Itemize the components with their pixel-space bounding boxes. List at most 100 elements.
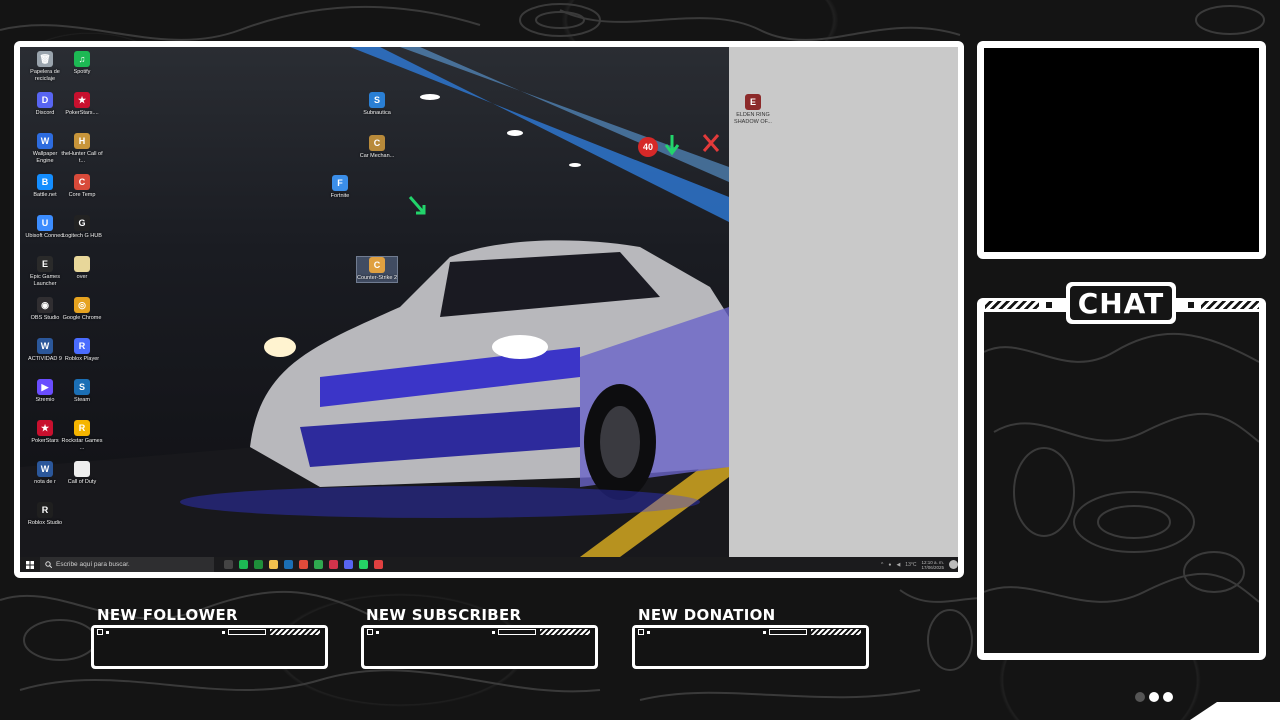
microphone-icon[interactable]: ● (888, 562, 891, 568)
app-icon: ▶ (37, 379, 53, 395)
alert-title-subscriber: NEW SUBSCRIBER (366, 606, 522, 624)
desktop-icon[interactable]: ◉ OBS Studio (25, 297, 65, 322)
desktop-icon-label: Roblox Studio (27, 520, 63, 526)
desktop-icon-label: Papelera de reciclaje (30, 69, 60, 82)
taskbar-app-icon[interactable] (374, 560, 383, 569)
alert-box-donation (632, 625, 869, 669)
search-placeholder: Escribe aquí para buscar. (56, 561, 130, 568)
desktop-icon-label: OBS Studio (30, 315, 60, 321)
screen-capture-frame: 40 🗑 Papelera de reciclaje ♫ Spotify D Discor… (14, 41, 964, 578)
clock[interactable]: 12:10 a. m. 17/06/2025 (921, 560, 944, 570)
desktop-icon[interactable]: ▶ Stremio (25, 379, 65, 404)
desktop-icon-label: Battle.net (33, 192, 57, 198)
app-icon: ★ (37, 420, 53, 436)
desktop-icon[interactable]: 🗑 Papelera de reciclaje (25, 51, 65, 82)
app-icon: S (369, 92, 385, 108)
taskbar-app-icon[interactable] (269, 560, 278, 569)
app-icon: W (37, 133, 53, 149)
app-icon: C (369, 135, 385, 151)
alert-box-subscriber (361, 625, 598, 669)
chat-frame (977, 298, 1266, 660)
desktop-icon-label: Car Mechan... (359, 153, 395, 159)
chat-square-left (1044, 300, 1054, 310)
volume-icon[interactable]: ◀ (896, 562, 900, 568)
app-icon: B (37, 174, 53, 190)
desktop-icon[interactable]: R Rockstar Games ... (62, 420, 102, 451)
desktop-icon-label: over (76, 274, 88, 280)
app-icon: G (74, 215, 90, 231)
desktop-icon[interactable]: ★ PokerStars (25, 420, 65, 445)
taskbar-apps (224, 560, 383, 569)
desktop-icon[interactable]: ◎ Google Chrome (62, 297, 102, 322)
desktop-icon[interactable]: D Discord (25, 92, 65, 117)
desktop-icon-label: Logitech G HUB (62, 233, 102, 239)
app-icon: E (37, 256, 53, 272)
app-icon: R (74, 338, 90, 354)
desktop-icon[interactable]: S Steam (62, 379, 102, 404)
taskbar-app-icon[interactable] (254, 560, 263, 569)
elden-ring-icon: E (745, 94, 761, 110)
desktop-icon-label: theHunter Call of t... (61, 151, 103, 164)
desktop-icon[interactable]: S Subnautica (357, 92, 397, 117)
app-icon: U (37, 215, 53, 231)
desktop-icon[interactable]: HtheHunter Call of t... (61, 133, 103, 164)
desktop-icon[interactable]: U Ubisoft Connect (25, 215, 65, 240)
desktop-icon[interactable]: R Roblox Studio (25, 502, 65, 527)
taskbar-app-icon[interactable] (224, 560, 233, 569)
desktop-icon-label: Core Temp (68, 192, 96, 198)
desktop-icon[interactable]: over (62, 256, 102, 281)
taskbar-app-icon[interactable] (344, 560, 353, 569)
desktop-icon[interactable]: E ELDEN RING SHADOW OF... (733, 94, 773, 125)
clock-date: 17/06/2025 (921, 564, 944, 570)
desktop-icon-label: PokerStars.... (65, 110, 99, 116)
taskbar-app-icon[interactable] (299, 560, 308, 569)
desktop-icon-label: PokerStars (31, 438, 59, 444)
taskbar-app-icon[interactable] (329, 560, 338, 569)
desktop-icon-label: Roblox Player (64, 356, 100, 362)
app-icon: ♫ (74, 51, 90, 67)
desktop-icon[interactable]: B Battle.net (25, 174, 65, 199)
system-tray: ^ ● ◀ 13°C 12:10 a. m. 17/06/2025 (881, 557, 958, 572)
search-icon (45, 561, 52, 568)
dot (1149, 692, 1159, 702)
app-icon: D (37, 92, 53, 108)
taskbar-app-icon[interactable] (284, 560, 293, 569)
desktop-icon[interactable]: F Fortnite (320, 175, 360, 200)
desktop-icon-label: Wallpaper Engine (32, 151, 58, 164)
notification-icon[interactable] (949, 560, 958, 569)
desktop-icon[interactable]: C Core Temp (62, 174, 102, 199)
desktop-icon[interactable]: Call of Duty (62, 461, 102, 486)
taskbar-app-icon[interactable] (314, 560, 323, 569)
app-icon: H (74, 133, 90, 149)
desktop-icon[interactable]: C Counter-Strike 2 (356, 256, 398, 283)
desktop-icon[interactable]: R Roblox Player (62, 338, 102, 363)
taskbar-app-icon[interactable] (359, 560, 368, 569)
desktop-icon-label: Google Chrome (62, 315, 102, 321)
windows-logo-icon (26, 560, 34, 569)
app-icon: ◉ (37, 297, 53, 313)
chevron-up-icon[interactable]: ^ (881, 562, 883, 568)
app-icon: ◎ (74, 297, 90, 313)
desktop-icon[interactable]: W Wallpaper Engine (25, 133, 65, 164)
desktop-icon[interactable]: ★ PokerStars.... (62, 92, 102, 117)
desktop-icon[interactable]: ♫ Spotify (62, 51, 102, 76)
desktop-icon-label: Call of Duty (67, 479, 97, 485)
app-icon: R (37, 502, 53, 518)
alert-title-donation: NEW DONATION (638, 606, 776, 624)
chat-hatch-left (984, 300, 1040, 310)
desktop-icon-label: nota de r (34, 479, 56, 485)
start-button[interactable] (20, 557, 40, 572)
taskbar-app-icon[interactable] (239, 560, 248, 569)
corner-accent (1190, 702, 1280, 720)
taskbar-search-box[interactable]: Escribe aquí para buscar. (40, 557, 214, 572)
chat-title-box: CHAT (1066, 282, 1176, 324)
desktop-icon-label: Counter-Strike 2 (356, 275, 398, 281)
desktop-icon[interactable]: W ACTIVIDAD 9 (25, 338, 65, 363)
desktop-icon[interactable]: Wnota de r (25, 461, 65, 486)
desktop-icon[interactable]: G Logitech G HUB (62, 215, 102, 240)
desktop-icon[interactable]: E Epic Games Launcher (25, 256, 65, 287)
desktop-icon-label: Epic Games Launcher (30, 274, 60, 287)
desktop-icon[interactable]: C Car Mechan... (357, 135, 397, 160)
windows-desktop: 40 🗑 Papelera de reciclaje ♫ Spotify D Discor… (20, 47, 958, 572)
dot (1163, 692, 1173, 702)
